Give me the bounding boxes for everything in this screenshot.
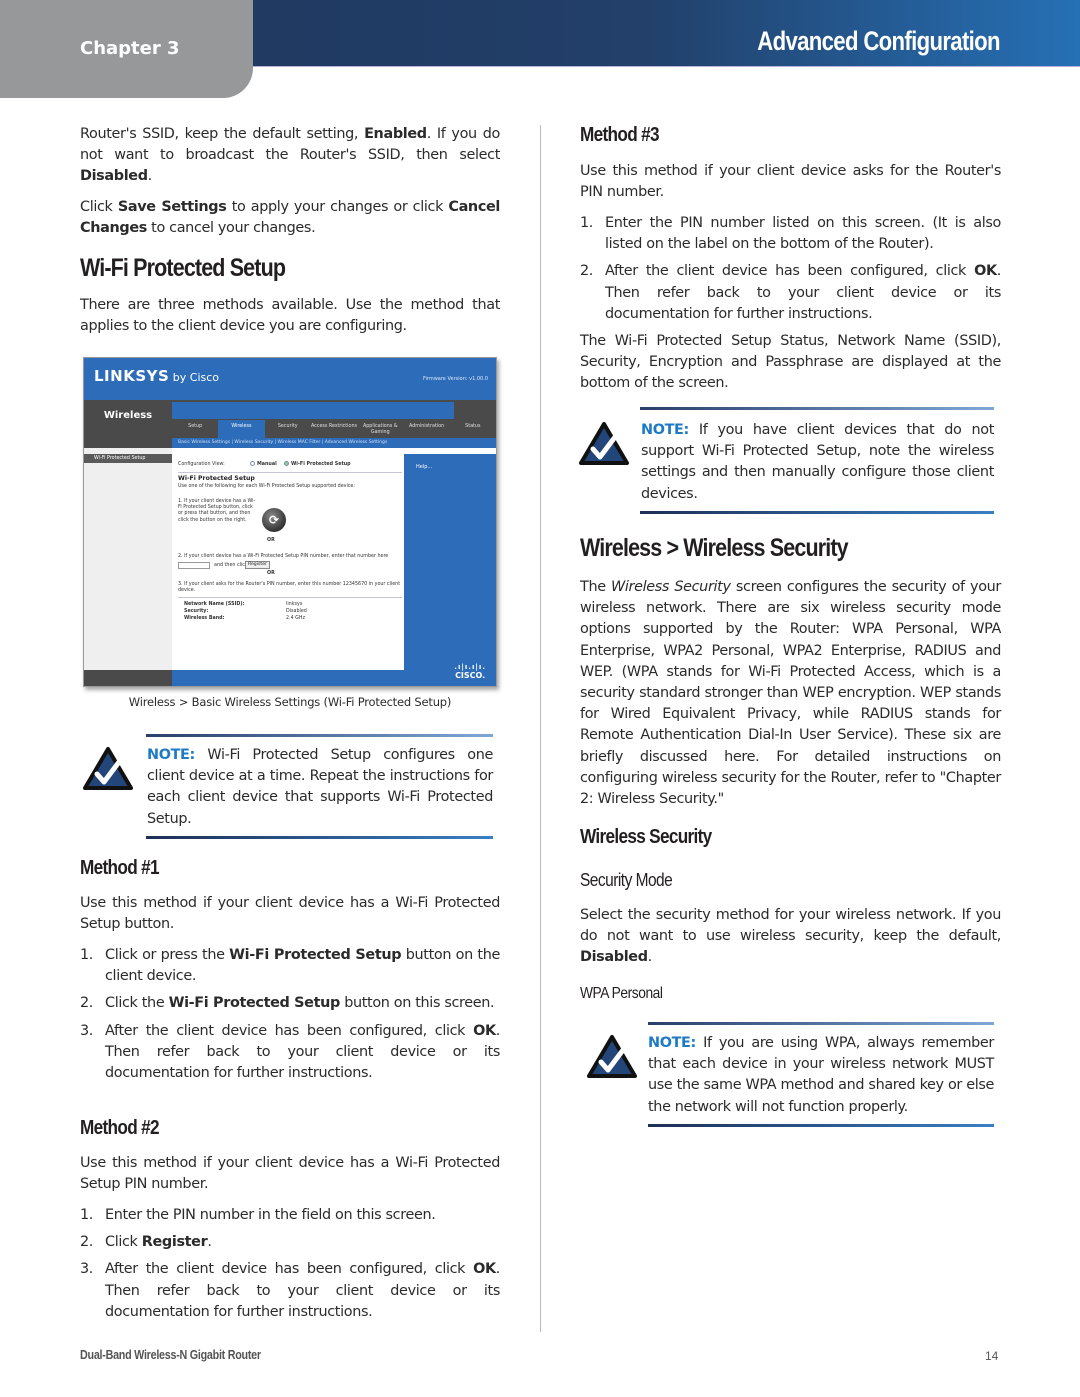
list-item: 1. Enter the PIN number in the field on t… (80, 1207, 436, 1223)
checkmark-icon (587, 1035, 637, 1078)
method3-intro: Use this method if your client device as… (580, 163, 1001, 201)
method2-intro: Use this method if your client device ha… (80, 1155, 500, 1193)
intro-paragraph-1: Router's SSID, keep the default setting,… (80, 126, 500, 185)
radio-wps[interactable]: Wi-Fi Protected Setup (284, 461, 351, 468)
router-tab-apps[interactable]: Applications & Gaming (357, 420, 403, 438)
wireless-security-subheading: Wireless Security (580, 826, 712, 848)
note-box-3: NOTE: If you are using WPA, always remem… (580, 1022, 1000, 1130)
list-item: 1. Click or press the Wi-Fi Protected Set… (80, 947, 500, 985)
router-tab-status[interactable]: Status (450, 420, 496, 438)
wireless-security-heading: Wireless > Wireless Security (580, 534, 849, 562)
wps-intro: There are three methods available. Use t… (80, 297, 500, 335)
page-number: 14 (985, 1349, 999, 1363)
router-tab-admin[interactable]: Administration (403, 420, 449, 438)
method3-outro: The Wi-Fi Protected Setup Status, Networ… (580, 333, 1001, 392)
method3-steps: 1. Enter the PIN number listed on this sc… (580, 213, 1001, 331)
router-help-panel: Help... .ı|ı.ı|ı. CISCO. (404, 454, 496, 686)
section-title: Advanced Configuration (757, 26, 1000, 56)
list-item: 2. Click the Wi-Fi Protected Setup button… (80, 995, 495, 1012)
security-mode-heading: Security Mode (580, 870, 673, 890)
cisco-logo: .ı|ı.ı|ı. CISCO. (454, 663, 486, 680)
router-header: LINKSYS by Cisco Firmware Version: v1.00… (84, 358, 496, 400)
firmware-version: Firmware Version: v1.00.0 (422, 376, 488, 382)
router-tab-setup[interactable]: Setup (172, 420, 218, 438)
pin-input[interactable] (178, 562, 210, 569)
security-mode-text: Select the security method for your wire… (580, 907, 1001, 966)
note-box-2: NOTE: If you have client devices that do… (578, 407, 998, 517)
figure-caption: Wireless > Basic Wireless Settings (Wi-F… (128, 695, 452, 709)
router-nav: Wireless Setup Wireless Security Access … (84, 400, 496, 448)
list-item: 2. Click Register. (80, 1234, 212, 1251)
wps-heading: Wi-Fi Protected Setup (80, 254, 286, 282)
footer-product-name: Dual-Band Wireless-N Gigabit Router (80, 1348, 261, 1362)
wireless-security-intro: The Wireless Security screen configures … (580, 579, 1001, 808)
intro-paragraph-2: Click Save Settings to apply your change… (80, 199, 500, 237)
checkmark-icon (83, 747, 133, 790)
note-label: NOTE: (641, 422, 689, 438)
method3-heading: Method #3 (580, 124, 660, 146)
router-tab-access[interactable]: Access Restrictions (311, 420, 357, 438)
checkmark-icon (579, 422, 629, 465)
router-tab-wireless[interactable]: Wireless (218, 420, 265, 438)
chapter-tab: Chapter 3 (0, 0, 253, 98)
router-screenshot-figure: LINKSYS by Cisco Firmware Version: v1.00… (83, 357, 497, 687)
note-box-1: NOTE: Wi-Fi Protected Setup configures o… (80, 734, 500, 840)
list-item: 3. After the client device has been confi… (80, 1022, 500, 1082)
list-item: 3. After the client device has been confi… (80, 1261, 500, 1320)
wpa-personal-heading: WPA Personal (580, 985, 663, 1002)
radio-manual[interactable]: Manual (250, 461, 277, 468)
list-item: 1. Enter the PIN number listed on this sc… (580, 215, 1001, 253)
help-link[interactable]: Help... (416, 464, 432, 470)
router-tabs: Setup Wireless Security Access Restricti… (172, 420, 496, 438)
note-label: NOTE: (147, 747, 195, 763)
note-label: NOTE: (648, 1035, 696, 1051)
router-tab-security[interactable]: Security (265, 420, 311, 438)
list-item: 2. After the client device has been confi… (580, 263, 1001, 322)
chapter-label: Chapter 3 (80, 38, 180, 59)
method1-steps: 1. Click or press the Wi-Fi Protected Set… (80, 945, 500, 1090)
router-subnav[interactable]: Basic Wireless Settings | Wireless Secur… (172, 438, 496, 448)
wps-button-icon[interactable]: ⟳ (262, 508, 286, 532)
method1-intro: Use this method if your client device ha… (80, 895, 500, 933)
method2-heading: Method #2 (80, 1117, 160, 1139)
router-side-item: Wi-Fi Protected Setup (84, 454, 172, 463)
method1-heading: Method #1 (80, 857, 160, 879)
register-button[interactable]: Register (245, 561, 270, 569)
linksys-logo: LINKSYS by Cisco (94, 367, 220, 385)
router-sidebar: Wi-Fi Protected Setup (84, 448, 172, 670)
router-main: Configuration View: Manual Wi-Fi Protect… (172, 454, 404, 670)
column-divider (540, 125, 541, 1332)
method2-steps: 1. Enter the PIN number in the field on t… (80, 1205, 500, 1329)
router-section-label: Wireless (103, 410, 153, 421)
